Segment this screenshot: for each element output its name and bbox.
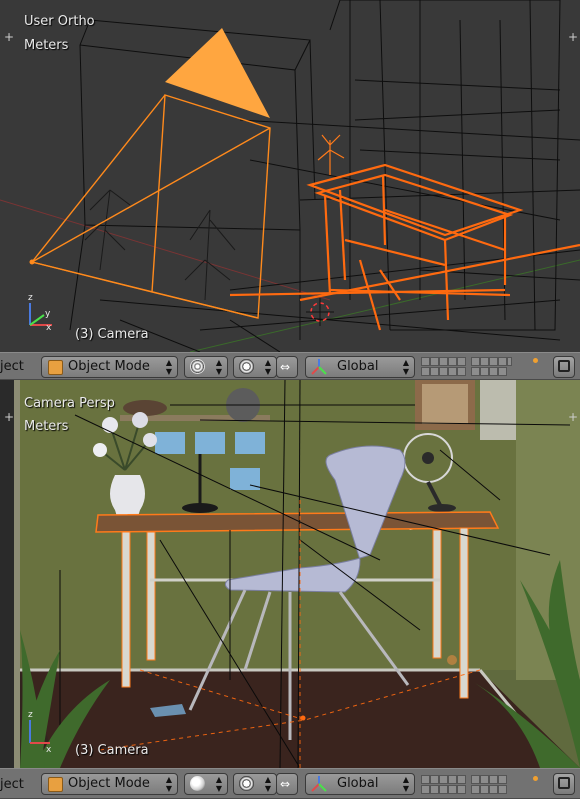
layers-widget[interactable] bbox=[421, 357, 538, 377]
toolshelf-toggle[interactable]: + bbox=[4, 30, 14, 44]
mode-dropdown-label: Object Mode bbox=[68, 776, 150, 791]
active-object-label: (3) Camera bbox=[75, 743, 149, 758]
pivot-icon bbox=[239, 776, 254, 791]
layers-widget[interactable] bbox=[421, 775, 538, 795]
svg-text:z: z bbox=[28, 710, 33, 720]
transform-orientation-icon bbox=[311, 359, 327, 375]
chevron-updown-icon: ▲ ▼ bbox=[215, 358, 222, 376]
bottom-viewport-scene: z x bbox=[0, 380, 580, 768]
render-icon bbox=[558, 777, 570, 789]
active-layer-dot bbox=[533, 358, 538, 363]
mode-dropdown[interactable]: Object Mode ▲ ▼ bbox=[41, 356, 178, 378]
bottom-viewport-header: ject Object Mode ▲ ▼ ▲ ▼ ▲ ▼ ⇔ Global ▲ ▼ bbox=[0, 768, 580, 799]
svg-text:z: z bbox=[28, 293, 33, 303]
orientation-label: Global bbox=[337, 776, 379, 791]
mode-dropdown[interactable]: Object Mode ▲ ▼ bbox=[41, 773, 178, 795]
chevron-updown-icon: ▲ ▼ bbox=[264, 775, 271, 793]
cube-icon bbox=[48, 777, 63, 792]
transform-orientation-dropdown[interactable]: Global ▲ ▼ bbox=[305, 773, 415, 795]
viewport-shading-dropdown[interactable]: ▲ ▼ bbox=[184, 356, 228, 378]
svg-text:x: x bbox=[46, 745, 52, 755]
top-viewport-scene: z y x bbox=[0, 0, 580, 352]
render-icon bbox=[558, 360, 570, 372]
transform-orientation-icon bbox=[311, 776, 327, 792]
object-menu[interactable]: ject bbox=[0, 775, 24, 795]
svg-text:y: y bbox=[45, 309, 51, 319]
toolshelf-toggle[interactable]: + bbox=[4, 410, 14, 424]
units-label: Meters bbox=[24, 419, 69, 434]
cube-icon bbox=[48, 360, 63, 375]
pivot-point-dropdown[interactable]: ▲ ▼ bbox=[233, 773, 277, 795]
wireframe-shading-icon bbox=[190, 359, 205, 374]
active-layer-dot bbox=[533, 776, 538, 781]
chevron-updown-icon: ▲ ▼ bbox=[215, 775, 222, 793]
transform-orientation-dropdown[interactable]: Global ▲ ▼ bbox=[305, 356, 415, 378]
bottom-3d-viewport[interactable]: z x Camera Persp Meters (3) Camera + + bbox=[0, 380, 580, 768]
object-menu[interactable]: ject bbox=[0, 357, 24, 377]
viewport-shading-dropdown[interactable]: ▲ ▼ bbox=[184, 773, 228, 795]
active-object-label: (3) Camera bbox=[75, 327, 149, 342]
pivot-point-dropdown[interactable]: ▲ ▼ bbox=[233, 356, 277, 378]
chevron-updown-icon: ▲ ▼ bbox=[165, 358, 172, 376]
chevron-updown-icon: ▲ ▼ bbox=[402, 775, 409, 793]
properties-toggle[interactable]: + bbox=[568, 410, 578, 424]
view-type-label: Camera Persp bbox=[24, 396, 115, 411]
top-viewport-header: ject Object Mode ▲ ▼ ▲ ▼ ▲ ▼ ⇔ Global ▲ ▼ bbox=[0, 352, 580, 380]
render-button[interactable] bbox=[553, 356, 575, 378]
chevron-updown-icon: ▲ ▼ bbox=[264, 358, 271, 376]
mode-dropdown-label: Object Mode bbox=[68, 359, 150, 374]
axis-gizmo: z y x bbox=[28, 293, 52, 333]
manipulator-toggle[interactable]: ⇔ bbox=[276, 356, 298, 378]
units-label: Meters bbox=[24, 38, 69, 53]
chevron-updown-icon: ▲ ▼ bbox=[165, 775, 172, 793]
manipulator-icon: ⇔ bbox=[280, 777, 291, 791]
solid-shading-icon bbox=[190, 776, 205, 791]
manipulator-toggle[interactable]: ⇔ bbox=[276, 773, 298, 795]
view-type-label: User Ortho bbox=[24, 14, 95, 29]
orientation-label: Global bbox=[337, 359, 379, 374]
manipulator-icon: ⇔ bbox=[280, 360, 291, 374]
camera-origin-point[interactable] bbox=[29, 259, 35, 265]
pivot-icon bbox=[239, 359, 254, 374]
chevron-updown-icon: ▲ ▼ bbox=[402, 358, 409, 376]
top-3d-viewport[interactable]: z y x User Ortho Meters (3) Camera + + bbox=[0, 0, 580, 352]
camera-up-triangle[interactable] bbox=[165, 28, 270, 118]
properties-toggle[interactable]: + bbox=[568, 30, 578, 44]
render-button[interactable] bbox=[553, 773, 575, 795]
svg-text:x: x bbox=[46, 323, 52, 333]
